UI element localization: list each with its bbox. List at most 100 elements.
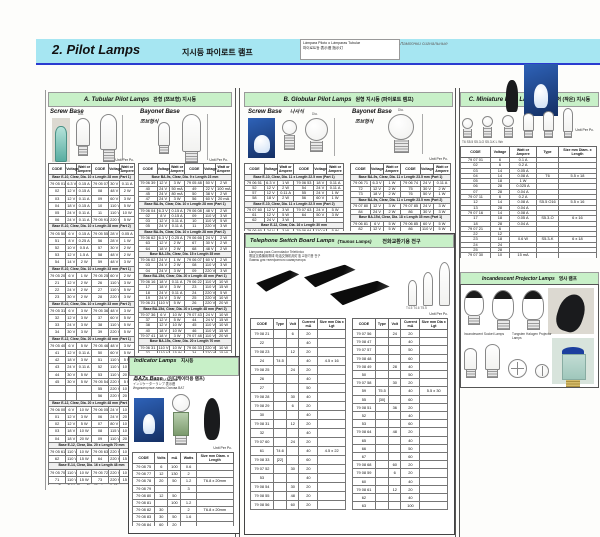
unit-label-bayonet-b: Unit Per Pc. bbox=[408, 157, 448, 161]
table-cell: 14 V bbox=[66, 259, 77, 266]
table-cell: 60 bbox=[287, 501, 299, 510]
table-cell: 1 W bbox=[77, 272, 92, 279]
table-cell: 03 bbox=[49, 195, 66, 202]
table-cell: 30 bbox=[251, 411, 274, 420]
bluecap-base bbox=[566, 380, 580, 387]
table-cell: 50 bbox=[353, 371, 376, 379]
header-rule bbox=[36, 63, 600, 65]
tubular-lamp-drawing-small bbox=[76, 118, 90, 156]
table-cell: 6 V bbox=[66, 272, 77, 279]
table-cell bbox=[389, 346, 401, 354]
table-cell: 79 08 83 bbox=[133, 514, 155, 521]
table-cell: 8 V bbox=[66, 237, 77, 244]
table-cell: 48 bbox=[389, 428, 401, 436]
header-subtitle-ru: Лампочки сигнальные bbox=[400, 41, 520, 46]
table-cell: 79 06 53 bbox=[294, 181, 314, 186]
table-row: 79 05 206 V1 W79 05 2560 V2 W bbox=[49, 272, 135, 279]
table-cell: 79 07 52 bbox=[251, 465, 274, 474]
telephone-table-right: CODETypeVoltCurrent mASize mm Dia x Lgt7… bbox=[352, 318, 448, 528]
table-cell: 79 08 47 bbox=[353, 338, 376, 346]
table-cell bbox=[273, 420, 286, 429]
table-cell: 20 bbox=[299, 483, 318, 492]
table-row: 79 06 6024 V3 W79 06 64110 V5 W bbox=[245, 229, 344, 231]
table-cell: 24 bbox=[287, 366, 299, 375]
table-cell: 60 V bbox=[109, 195, 120, 202]
table-cell: 20 bbox=[299, 330, 318, 339]
table-cell: 20 bbox=[299, 492, 318, 501]
globular-lamp-photo bbox=[248, 118, 275, 158]
telephone-title-kr: 전화교환기용 전구 bbox=[382, 238, 420, 245]
table-cell: 5.5 x 30 bbox=[420, 387, 448, 395]
table-cell: 79 08 59 bbox=[353, 469, 376, 477]
table-cell: 04 bbox=[49, 435, 66, 442]
table-cell bbox=[318, 411, 346, 420]
table-row: 4324 V0.11 A52110 V10 W bbox=[49, 364, 135, 371]
table-cell: 110 V bbox=[66, 476, 77, 483]
table-cell: 24 V bbox=[204, 235, 216, 240]
table-cell: 10 V bbox=[66, 245, 77, 252]
table-cell: 12 bbox=[389, 485, 401, 493]
table-cell: 3 bbox=[181, 485, 196, 492]
table-cell: 40 bbox=[299, 339, 318, 348]
table-cell bbox=[420, 502, 448, 510]
table-cell: 220 V bbox=[109, 448, 120, 455]
table-cell: 40 bbox=[401, 387, 420, 395]
table-row: 0318 V10 W08115 V10 W bbox=[49, 428, 135, 435]
table-cell: 40 bbox=[401, 494, 420, 502]
table-cell: 79 07 56 bbox=[353, 330, 376, 338]
table-row: 79 08 29620 bbox=[251, 402, 346, 411]
table-row: 79 08 793 bbox=[133, 485, 234, 492]
table-group-row: Base BA-9s, Clear, Dia. 9 x Length 23 mm bbox=[139, 175, 232, 181]
table-cell: 40 bbox=[299, 375, 318, 384]
unit-label-screw-a: Unit Per Pc. bbox=[94, 158, 134, 162]
table-cell: 79 05 31 bbox=[49, 307, 66, 314]
projector-dark-bulb bbox=[553, 291, 589, 335]
bayonet-globe-drawing bbox=[388, 114, 414, 153]
table-cell: 60 bbox=[299, 456, 318, 465]
table-cell: 79 05 70 bbox=[49, 469, 66, 476]
table-row: 2330 V2 W28220 V3 W bbox=[49, 294, 135, 301]
projector-lamp-drawings bbox=[464, 290, 544, 330]
section-b-title-kr: 원형 지시등 (파이로트 램프) bbox=[355, 96, 413, 103]
table-cell: 38 bbox=[91, 322, 108, 329]
table-cell bbox=[375, 346, 388, 354]
table-cell: 30 bbox=[287, 393, 299, 402]
table-cell: 79 08 75 bbox=[133, 464, 155, 471]
telephone-title: Telephone Switch Board Lamps bbox=[250, 238, 335, 244]
table-cell: 30 bbox=[155, 507, 168, 514]
table-row: 5414 V2 W5948 V3 W bbox=[49, 259, 135, 266]
table-cell: 5 W bbox=[434, 227, 451, 231]
table-cell: 0.25 A bbox=[169, 235, 185, 240]
table-cell bbox=[273, 402, 286, 411]
table-group-row: Base E-14, Clear, Dia. 20 x Length 60 mm bbox=[49, 483, 135, 485]
table-cell: 24 V bbox=[204, 312, 216, 317]
column-header: CODE bbox=[139, 164, 158, 175]
table-cell bbox=[273, 465, 286, 474]
table-cell: 71 bbox=[49, 476, 66, 483]
table-cell: 79 06 60 bbox=[245, 229, 265, 231]
table-group-title: Base BA-9s, Clear, Dia. 11 x Length 23.5… bbox=[351, 197, 451, 203]
table-cell: 79 08 21 bbox=[251, 330, 274, 339]
table-cell: 3 W bbox=[77, 329, 92, 336]
table-cell bbox=[287, 384, 299, 393]
table-cell: 1 W bbox=[120, 237, 135, 244]
table-cell: 79 06 21 bbox=[139, 301, 158, 306]
table-cell bbox=[420, 469, 448, 477]
unit-label-miniature: Unit Per Pc. bbox=[552, 128, 594, 132]
unit-label-bayonet-a: Unit Per Pc. bbox=[188, 158, 228, 162]
table-row: 3040 bbox=[251, 411, 346, 420]
table-cell bbox=[375, 477, 388, 485]
table-cell: 20 bbox=[401, 379, 420, 387]
table-row: 79 08 21620 bbox=[251, 330, 346, 339]
table-cell: 0.11 A bbox=[77, 350, 92, 357]
table-cell bbox=[273, 474, 286, 483]
table-row: 79 08 644820 bbox=[353, 428, 448, 436]
table-cell: 5 W bbox=[77, 342, 92, 349]
table-cell: 79 06 04 bbox=[139, 208, 158, 213]
table-cell: 28 V bbox=[109, 237, 120, 244]
tubular-lamp-bulb bbox=[55, 126, 67, 162]
table-cell: 110 V bbox=[204, 328, 216, 333]
table-row: 55220 V10 W bbox=[49, 386, 135, 393]
table-cell: 79 08 81 bbox=[133, 500, 155, 507]
table-cell: 15 W bbox=[77, 456, 92, 463]
